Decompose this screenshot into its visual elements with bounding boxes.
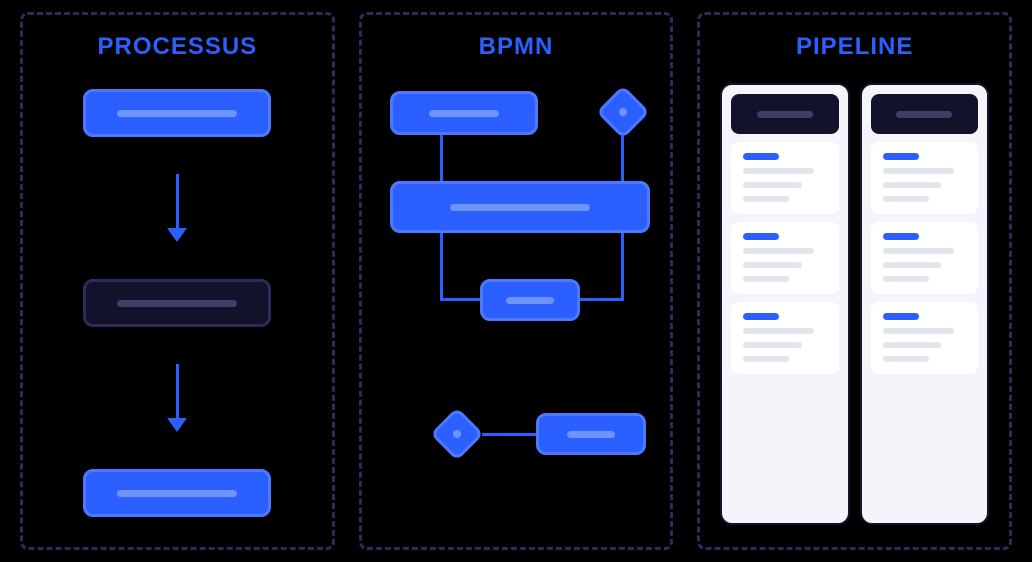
placeholder-icon	[896, 111, 952, 118]
bpmn-panel: BPMN	[359, 12, 674, 550]
bpmn-activity-3	[480, 279, 580, 321]
placeholder-icon	[883, 276, 929, 282]
pipeline-panel: PIPELINE	[697, 12, 1012, 550]
placeholder-icon	[743, 262, 801, 268]
gateway-dot-icon	[453, 430, 461, 438]
placeholder-icon	[450, 204, 590, 211]
pipeline-column-1	[720, 83, 849, 525]
processus-body	[43, 83, 312, 525]
process-step-3	[83, 469, 271, 517]
bpmn-gateway-1	[596, 85, 650, 139]
placeholder-icon	[743, 328, 814, 334]
column-header	[731, 94, 838, 134]
process-step-2	[83, 279, 271, 327]
placeholder-icon	[117, 110, 237, 117]
placeholder-icon	[743, 182, 801, 188]
pipeline-card	[871, 142, 978, 214]
placeholder-icon	[743, 168, 814, 174]
pipeline-column-2	[860, 83, 989, 525]
card-title-icon	[883, 153, 919, 160]
card-title-icon	[743, 233, 779, 240]
pipeline-card	[731, 302, 838, 374]
placeholder-icon	[883, 248, 954, 254]
placeholder-icon	[117, 300, 237, 307]
placeholder-icon	[743, 248, 814, 254]
arrow-down-icon	[167, 364, 187, 432]
card-title-icon	[883, 233, 919, 240]
connector-icon	[482, 433, 536, 436]
placeholder-icon	[429, 110, 499, 117]
column-header	[871, 94, 978, 134]
placeholder-icon	[757, 111, 813, 118]
connector-icon	[580, 298, 624, 301]
bpmn-activity-2	[390, 181, 650, 233]
pipeline-body	[720, 83, 989, 525]
placeholder-icon	[117, 490, 237, 497]
placeholder-icon	[567, 431, 615, 438]
placeholder-icon	[883, 356, 929, 362]
bpmn-activity-1	[390, 91, 538, 135]
pipeline-card	[871, 222, 978, 294]
process-step-1	[83, 89, 271, 137]
connector-icon	[440, 233, 443, 301]
connector-icon	[621, 233, 624, 301]
card-title-icon	[743, 313, 779, 320]
placeholder-icon	[883, 168, 954, 174]
placeholder-icon	[883, 196, 929, 202]
placeholder-icon	[743, 342, 801, 348]
connector-icon	[440, 298, 480, 301]
processus-panel: PROCESSUS	[20, 12, 335, 550]
placeholder-icon	[883, 182, 941, 188]
gateway-dot-icon	[619, 108, 627, 116]
processus-title: PROCESSUS	[43, 33, 312, 61]
placeholder-icon	[506, 297, 554, 304]
pipeline-title: PIPELINE	[720, 33, 989, 61]
placeholder-icon	[883, 262, 941, 268]
bpmn-gateway-2	[430, 407, 484, 461]
bpmn-title: BPMN	[382, 33, 651, 61]
connector-icon	[440, 135, 443, 181]
placeholder-icon	[883, 328, 954, 334]
bpmn-activity-4	[536, 413, 646, 455]
placeholder-icon	[743, 356, 789, 362]
placeholder-icon	[883, 342, 941, 348]
placeholder-icon	[743, 276, 789, 282]
connector-icon	[621, 135, 624, 181]
pipeline-card	[731, 142, 838, 214]
bpmn-body	[382, 83, 651, 525]
placeholder-icon	[743, 196, 789, 202]
pipeline-card	[871, 302, 978, 374]
pipeline-card	[731, 222, 838, 294]
arrow-down-icon	[167, 174, 187, 242]
card-title-icon	[883, 313, 919, 320]
card-title-icon	[743, 153, 779, 160]
